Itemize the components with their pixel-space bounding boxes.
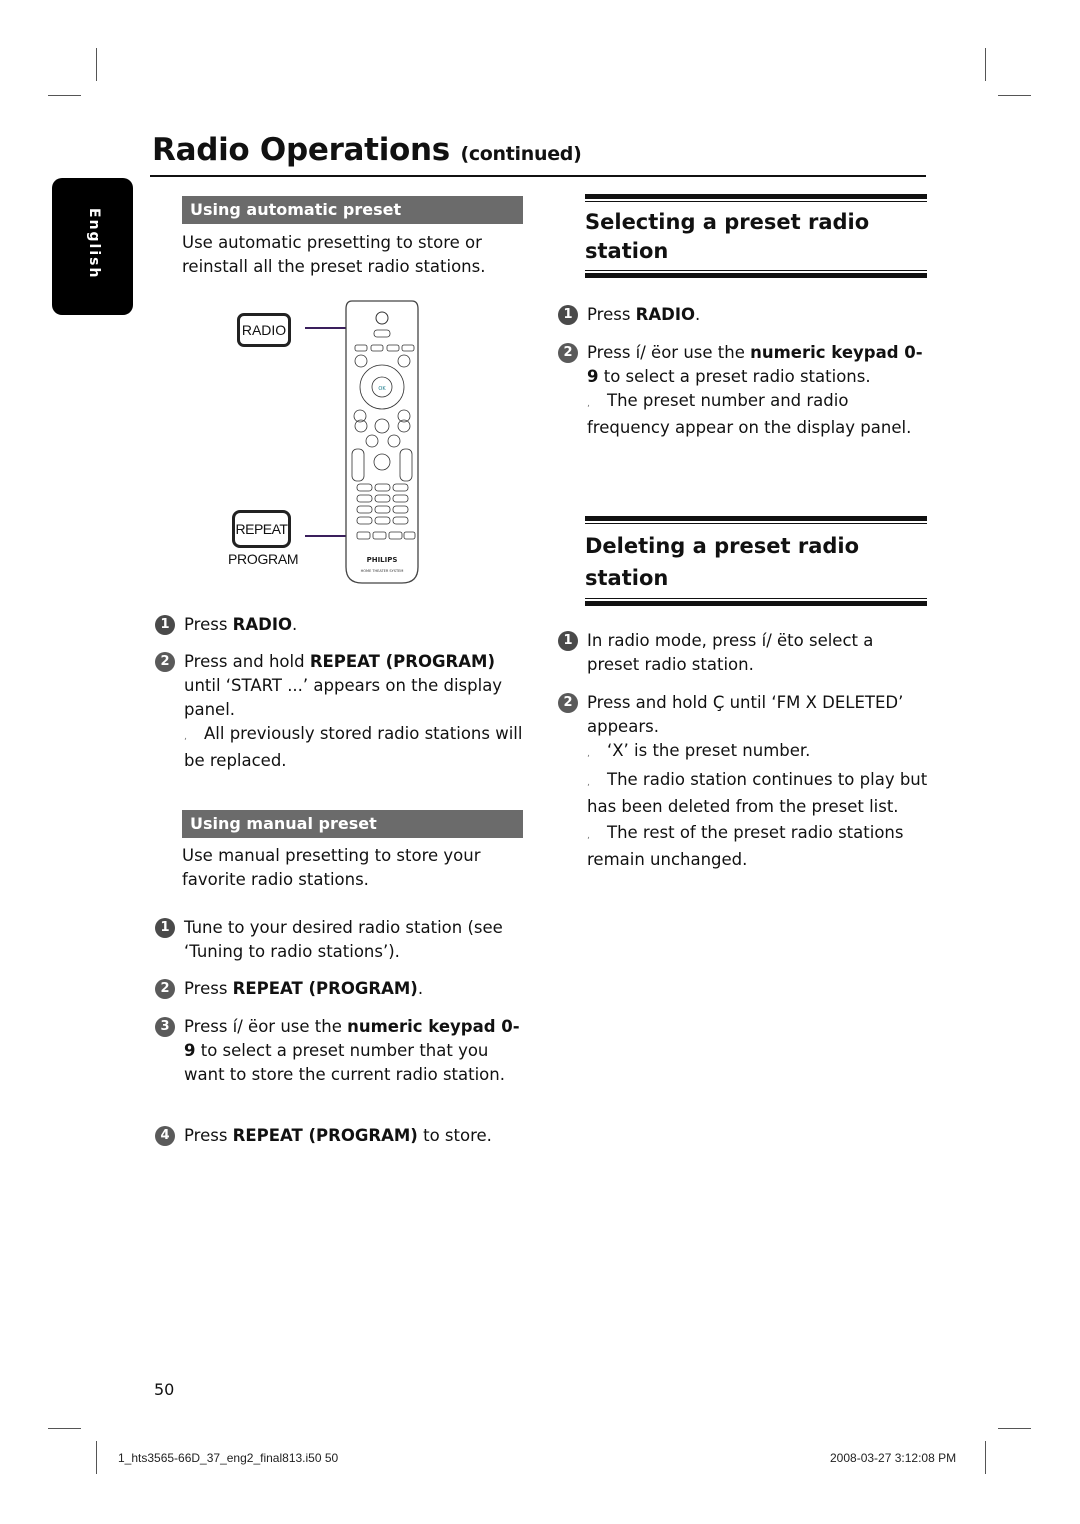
- select-step-1: 1 Press RADIO.: [558, 303, 928, 327]
- note-bullet-icon: ‚: [587, 399, 590, 409]
- print-timestamp: 2008-03-27 3:12:08 PM: [830, 1451, 957, 1465]
- remote-control-illustration: OK PHILIPS HOME THEATER SYSTEM: [345, 300, 419, 584]
- crop-mark: [96, 1441, 97, 1474]
- step-note: ‚ The radio station continues to play but…: [587, 770, 928, 816]
- language-tab-label: English: [86, 208, 102, 280]
- auto-step-1: 1 Press RADIO.: [155, 613, 525, 637]
- step-number-badge: 4: [155, 1126, 175, 1146]
- page-number: 50: [154, 1380, 175, 1399]
- deleting-heading: Deleting a preset radio station: [585, 534, 860, 590]
- select-step-2: 2 Press í/ ëor use the numeric keypad 0-…: [558, 341, 928, 440]
- auto-step-2: 2 Press and hold REPEAT (PROGRAM) until …: [155, 650, 527, 773]
- manual-preset-intro: Use manual presetting to store your favo…: [182, 846, 481, 889]
- selecting-heading: Selecting a preset radio station: [585, 210, 870, 263]
- step-note: ‚ ‘X’ is the preset number.: [587, 739, 930, 766]
- remote-brand: PHILIPS: [367, 556, 398, 564]
- svg-text:OK: OK: [378, 386, 386, 392]
- crop-mark: [985, 48, 986, 81]
- step-number-badge: 1: [155, 918, 175, 938]
- note-bullet-icon: ‚: [587, 749, 590, 759]
- step-note: ‚ The rest of the preset radio stations r…: [587, 823, 904, 869]
- note-bullet-icon: ‚: [587, 831, 590, 841]
- file-info: 1_hts3565-66D_37_eng2_final813.i50 50: [118, 1451, 339, 1465]
- manual-preset-heading: Using manual preset: [182, 810, 523, 838]
- automatic-preset-heading: Using automatic preset: [182, 196, 523, 224]
- delete-step-1: 1 In radio mode, press í/ ëto select a p…: [558, 629, 928, 677]
- delete-step-2: 2 Press and hold Ç until ‘FM X DELETED’ …: [558, 691, 930, 872]
- program-label: PROGRAM: [228, 551, 299, 567]
- crop-mark: [998, 95, 1031, 96]
- deleting-section-header: Deleting a preset radio station: [585, 516, 927, 606]
- title-divider: [150, 175, 926, 177]
- language-tab: English: [52, 178, 133, 315]
- crop-mark: [985, 1441, 986, 1474]
- step-number-badge: 2: [558, 693, 578, 713]
- automatic-preset-intro: Use automatic presetting to store or rei…: [182, 233, 486, 276]
- page-title: Radio Operations (continued): [152, 132, 582, 168]
- page-title-suffix: (continued): [460, 143, 582, 165]
- crop-mark: [96, 48, 97, 81]
- step-number-badge: 2: [558, 343, 578, 363]
- step-number-badge: 1: [558, 631, 578, 651]
- crop-mark: [998, 1428, 1031, 1429]
- step-number-badge: 1: [155, 615, 175, 635]
- manual-step-2: 2 Press REPEAT (PROGRAM).: [155, 977, 530, 1001]
- step-note: ‚ All previously stored radio stations wi…: [184, 724, 523, 770]
- radio-button-callout: RADIO: [237, 313, 291, 347]
- selecting-section-header: Selecting a preset radio station: [585, 194, 927, 278]
- remote-subtitle: HOME THEATER SYSTEM: [361, 569, 404, 573]
- repeat-button-callout: REPEAT: [232, 510, 291, 548]
- crop-mark: [48, 1428, 81, 1429]
- manual-step-1: 1 Tune to your desired radio station (se…: [155, 916, 525, 964]
- step-number-badge: 1: [558, 305, 578, 325]
- note-bullet-icon: ‚: [184, 732, 187, 742]
- step-number-badge: 2: [155, 979, 175, 999]
- page-title-main: Radio Operations: [152, 132, 450, 168]
- step-number-badge: 2: [155, 652, 175, 672]
- manual-step-4: 4 Press REPEAT (PROGRAM) to store.: [155, 1124, 535, 1148]
- crop-mark: [48, 95, 81, 96]
- step-note: ‚ The preset number and radio frequency a…: [587, 391, 912, 437]
- manual-step-3: 3 Press í/ ëor use the numeric keypad 0-…: [155, 1015, 525, 1087]
- step-number-badge: 3: [155, 1017, 175, 1037]
- note-bullet-icon: ‚: [587, 778, 590, 788]
